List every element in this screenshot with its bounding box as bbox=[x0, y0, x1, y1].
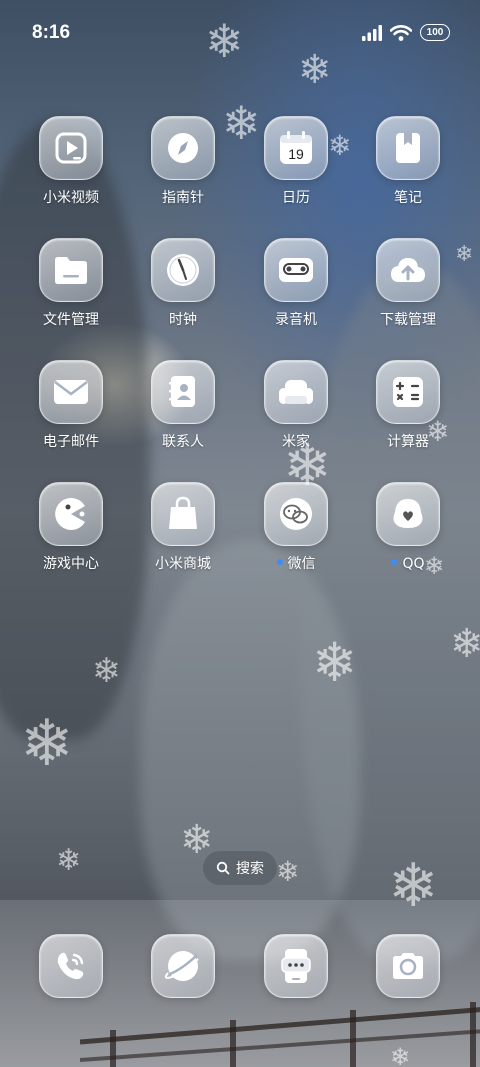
app-wechat[interactable]: 微信 bbox=[240, 482, 352, 573]
status-icons: 100 bbox=[362, 24, 450, 41]
compass-icon[interactable] bbox=[151, 116, 215, 180]
app-mi-home[interactable]: 米家 bbox=[240, 360, 352, 451]
snowflake-icon: ❄ bbox=[56, 843, 82, 878]
app-label: 文件管理 bbox=[43, 312, 99, 328]
app-clock[interactable]: 时钟 bbox=[127, 238, 239, 329]
app-label: 指南针 bbox=[162, 190, 204, 206]
folder-icon[interactable] bbox=[39, 238, 103, 302]
dock-messages[interactable] bbox=[240, 934, 352, 998]
shopping-bag-icon[interactable] bbox=[151, 482, 215, 546]
app-label-text: 微信 bbox=[287, 556, 316, 572]
snowflake-icon: ❄ bbox=[450, 621, 480, 667]
app-download-manager[interactable]: 下载管理 bbox=[352, 238, 464, 329]
search-label: 搜索 bbox=[236, 861, 264, 877]
clock-icon[interactable] bbox=[151, 238, 215, 302]
snowflake-icon: ❄ bbox=[390, 1043, 411, 1067]
qq-icon[interactable] bbox=[376, 482, 440, 546]
status-time: 8:16 bbox=[32, 22, 71, 43]
battery-level: 100 bbox=[426, 27, 444, 38]
snowflake-icon: ❄ bbox=[312, 631, 358, 694]
calendar-date: 19 bbox=[288, 146, 304, 162]
status-bar: 8:16 100 bbox=[0, 0, 480, 68]
app-file-manager[interactable]: 文件管理 bbox=[15, 238, 127, 329]
app-email[interactable]: 电子邮件 bbox=[15, 360, 127, 451]
app-calculator[interactable]: 计算器 bbox=[352, 360, 464, 451]
browser-icon[interactable] bbox=[151, 934, 215, 998]
dock-camera[interactable] bbox=[352, 934, 464, 998]
app-label: 下载管理 bbox=[380, 312, 436, 328]
app-notes[interactable]: 笔记 bbox=[352, 116, 464, 207]
app-label: 米家 bbox=[282, 434, 310, 450]
app-label: 联系人 bbox=[162, 434, 204, 450]
notification-dot bbox=[391, 559, 398, 565]
notebook-icon[interactable] bbox=[376, 116, 440, 180]
app-label: 时钟 bbox=[169, 312, 197, 328]
app-label: 微信 bbox=[240, 555, 352, 573]
home-screen: ❄ ❄ ❄ ❄ ❄ ❄ ❄ ❄ ❄ ❄ ❄ ❄ ❄ ❄ ❄ ❄ ❄ 8:16 1… bbox=[0, 0, 480, 1067]
snowflake-icon: ❄ bbox=[92, 651, 121, 691]
app-xiaomi-mall[interactable]: 小米商城 bbox=[127, 482, 239, 573]
app-contacts[interactable]: 联系人 bbox=[127, 360, 239, 451]
snowflake-icon: ❄ bbox=[20, 707, 74, 781]
app-calendar[interactable]: 19 日历 bbox=[240, 116, 352, 207]
battery-indicator: 100 bbox=[420, 24, 450, 41]
dock-browser[interactable] bbox=[127, 934, 239, 998]
app-label: 日历 bbox=[282, 190, 310, 206]
recorder-icon[interactable] bbox=[264, 238, 328, 302]
snowflake-icon: ❄ bbox=[276, 855, 300, 888]
signal-icon bbox=[362, 24, 382, 41]
app-label-text: QQ bbox=[402, 556, 425, 572]
app-recorder[interactable]: 录音机 bbox=[240, 238, 352, 329]
messages-icon[interactable] bbox=[264, 934, 328, 998]
mail-icon[interactable] bbox=[39, 360, 103, 424]
snowflake-icon: ❄ bbox=[388, 851, 439, 921]
search-icon bbox=[216, 861, 230, 875]
dock-phone[interactable] bbox=[15, 934, 127, 998]
app-compass[interactable]: 指南针 bbox=[127, 116, 239, 207]
cloud-download-icon[interactable] bbox=[376, 238, 440, 302]
notification-dot bbox=[276, 559, 283, 565]
wifi-icon bbox=[390, 24, 412, 41]
app-label: 游戏中心 bbox=[43, 556, 99, 572]
app-label: 小米视频 bbox=[43, 190, 99, 206]
app-label: 电子邮件 bbox=[43, 434, 99, 450]
app-qq[interactable]: QQ bbox=[352, 482, 464, 573]
phone-icon[interactable] bbox=[39, 934, 103, 998]
app-label: 笔记 bbox=[394, 190, 422, 206]
sofa-icon[interactable] bbox=[264, 360, 328, 424]
app-label: 录音机 bbox=[275, 312, 317, 328]
app-label: 计算器 bbox=[387, 434, 429, 450]
play-icon[interactable] bbox=[39, 116, 103, 180]
camera-icon[interactable] bbox=[376, 934, 440, 998]
app-game-center[interactable]: 游戏中心 bbox=[15, 482, 127, 573]
wechat-icon[interactable] bbox=[264, 482, 328, 546]
app-xiaomi-video[interactable]: 小米视频 bbox=[15, 116, 127, 207]
game-icon[interactable] bbox=[39, 482, 103, 546]
wallpaper-tree bbox=[140, 540, 360, 960]
wallpaper-fence bbox=[80, 1002, 480, 1067]
app-label: 小米商城 bbox=[155, 556, 211, 572]
search-button[interactable]: 搜索 bbox=[203, 851, 277, 885]
contacts-icon[interactable] bbox=[151, 360, 215, 424]
calendar-icon[interactable]: 19 bbox=[264, 116, 328, 180]
app-label: QQ bbox=[352, 555, 464, 573]
calculator-icon[interactable] bbox=[376, 360, 440, 424]
